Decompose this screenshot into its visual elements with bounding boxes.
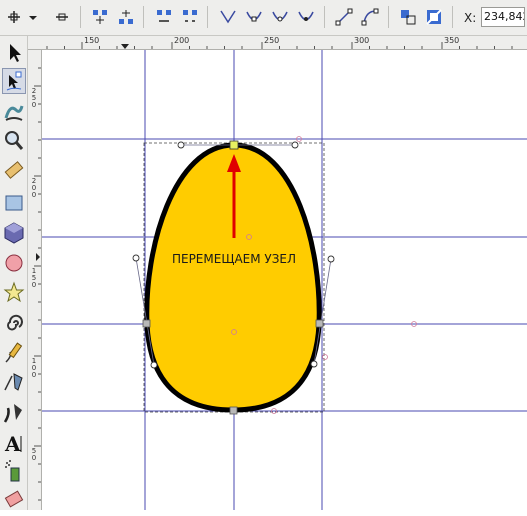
eraser-tool-icon[interactable] [2,486,26,512]
auto-smooth-icon[interactable] [296,7,316,27]
ruler-label-150: 150 [84,36,100,45]
node-handle[interactable] [132,254,140,262]
node-editor-tool-icon[interactable] [2,68,26,94]
pencil-tool-icon[interactable] [2,340,26,366]
make-cusp-icon[interactable] [218,7,238,27]
break-path-icon[interactable] [116,7,136,27]
annotation-label: ПЕРЕМЕЩАЕМ УЗЕЛ [172,252,296,266]
selector-tool-icon[interactable] [2,40,26,66]
x-coordinate-label: X: [464,11,477,25]
x-coordinate-input[interactable]: 234,842 [481,7,525,27]
rectangle-tool-icon[interactable] [2,190,26,216]
node-handle[interactable] [177,141,185,149]
node-handle[interactable] [327,255,335,263]
pen-tool-icon[interactable] [2,370,26,396]
ruler-label-250-v: 2 5 0 [31,87,37,109]
toolbox: A [0,36,28,510]
ruler-label-300: 300 [354,36,370,45]
ruler-label-200-v: 2 0 0 [31,177,37,199]
selected-node-top[interactable] [229,140,239,150]
spray-tool-icon[interactable] [2,458,26,484]
vertical-ruler[interactable]: 2 5 0 2 0 0 1 5 0 1 0 0 5 0 [28,50,42,510]
zoom-tool-icon[interactable] [2,128,26,154]
tweak-tool-icon[interactable] [2,98,26,124]
3d-box-tool-icon[interactable] [2,220,26,246]
measure-tool-icon[interactable] [2,158,26,184]
join-segment-icon[interactable] [154,7,174,27]
node-left[interactable] [142,319,151,328]
make-line-icon[interactable] [334,7,354,27]
calligraphy-tool-icon[interactable] [2,400,26,426]
ruler-label-250: 250 [264,36,280,45]
make-smooth-icon[interactable] [244,7,264,27]
object-to-path-icon[interactable] [398,7,418,27]
node-right[interactable] [315,319,324,328]
ellipse-tool-icon[interactable] [2,250,26,276]
insert-node-icon[interactable] [4,7,24,27]
stroke-to-path-icon[interactable] [424,7,444,27]
make-curve-icon[interactable] [360,7,380,27]
delete-node-icon[interactable] [52,7,72,27]
chevron-down-icon[interactable] [26,7,40,27]
spiral-tool-icon[interactable] [2,310,26,336]
ruler-label-350: 350 [444,36,460,45]
join-nodes-icon[interactable] [90,7,110,27]
svg-text:A: A [4,432,21,456]
node-handle[interactable] [310,360,318,368]
node-handle[interactable] [150,361,158,369]
star-tool-icon[interactable] [2,280,26,306]
delete-segment-icon[interactable] [180,7,200,27]
ruler-label-100-v: 1 0 0 [31,357,37,379]
ruler-label-200: 200 [174,36,190,45]
node-bottom[interactable] [229,406,238,415]
node-tool-controls-bar: X: 234,842 [0,0,527,36]
make-symmetric-icon[interactable] [270,7,290,27]
drawing-canvas[interactable]: ПЕРЕМЕЩАЕМ УЗЕЛ [42,50,527,510]
text-tool-icon[interactable]: A [2,430,26,456]
ruler-label-50-v: 5 0 [31,447,37,462]
horizontal-ruler[interactable]: 150 200 250 300 350 [28,36,527,50]
node-handle[interactable] [291,141,299,149]
ruler-label-150-v: 1 5 0 [31,267,37,289]
